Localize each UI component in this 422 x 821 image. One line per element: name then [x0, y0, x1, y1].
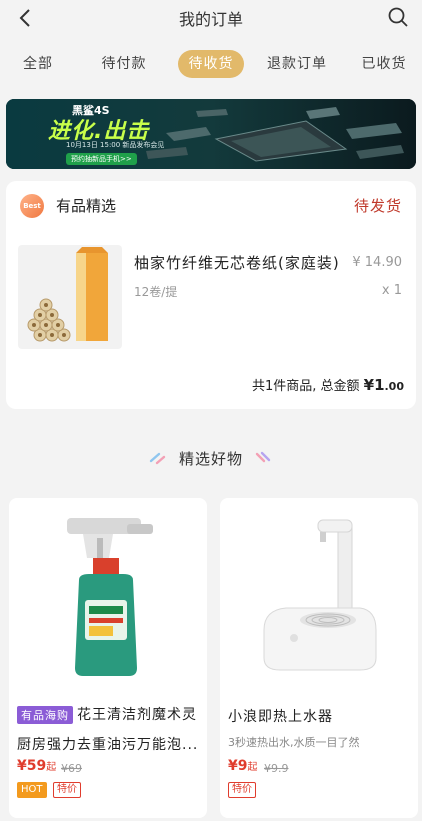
goods-original-price: ¥9.9 — [264, 762, 289, 775]
order-total-decimal: .00 — [384, 380, 405, 393]
top-bar: 我的订单 — [0, 0, 422, 36]
decor-right-icon — [255, 451, 271, 463]
toilet-paper-image — [27, 247, 108, 342]
overseas-tag: 有品海购 — [17, 706, 73, 724]
tab-refund-orders[interactable]: 退款订单 — [264, 50, 330, 78]
order-total-symbol: ¥ — [363, 376, 375, 394]
order-total: 共1件商品, 总金额 ¥1.00 — [252, 375, 404, 394]
order-card[interactable]: Best 有品精选 待发货 柚家竹纤维无芯卷纸(家庭装) ¥ 14.90 12卷… — [6, 181, 416, 409]
special-price-badge: 特价 — [53, 782, 81, 798]
product-price: ¥ 14.90 — [352, 255, 402, 270]
shop-name[interactable]: 有品精选 — [56, 195, 116, 216]
goods-price-value: ¥59 — [17, 758, 47, 774]
order-tabs: 全部 待付款 待收货 退款订单 已收货 — [0, 50, 422, 82]
water-dispenser-image — [263, 519, 377, 671]
search-icon[interactable] — [386, 5, 410, 29]
goods-name-line1: 花王清洁剂魔术灵 — [77, 707, 197, 723]
spray-bottle-image — [67, 518, 153, 676]
hot-badge: HOT — [17, 782, 47, 798]
goods-price-suffix: 起 — [247, 762, 258, 773]
goods-card[interactable]: 小浪即热上水器 3秒速热出水,水质一目了然 ¥9起 ¥9.9 特价 — [220, 498, 418, 818]
order-total-int: 1 — [374, 376, 385, 394]
goods-subtitle: 3秒速热出水,水质一目了然 — [228, 736, 360, 749]
goods-price-value: ¥9 — [228, 758, 248, 774]
goods-title[interactable]: 有品海购 花王清洁剂魔术灵 — [17, 704, 203, 724]
product-name[interactable]: 柚家竹纤维无芯卷纸(家庭装) — [134, 252, 340, 273]
section-title: 精选好物 — [178, 450, 243, 468]
goods-card[interactable]: 有品海购 花王清洁剂魔术灵 厨房强力去重油污万能泡... ¥59起 ¥69 HOT… — [9, 498, 207, 818]
order-total-label: 共1件商品, 总金额 — [251, 379, 360, 394]
shop-badge: Best — [20, 194, 44, 218]
special-price-badge: 特价 — [228, 782, 256, 798]
tab-all[interactable]: 全部 — [14, 50, 62, 78]
product-quantity: x 1 — [381, 283, 402, 298]
tab-pending-receipt[interactable]: 待收货 — [178, 50, 244, 78]
goods-price-suffix: 起 — [46, 762, 57, 773]
page-title: 我的订单 — [178, 10, 243, 29]
goods-price: ¥59起 — [17, 758, 56, 774]
goods-original-price: ¥69 — [61, 762, 82, 775]
banner-cta-button[interactable]: 预约抽新品手机>> — [66, 153, 137, 165]
tab-received[interactable]: 已收货 — [356, 50, 412, 78]
banner-date: 10月13日 15:00 新品发布会见 — [66, 141, 165, 149]
goods-name-line2: 厨房强力去重油污万能泡... — [17, 737, 199, 753]
goods-name-line1[interactable]: 小浪即热上水器 — [228, 706, 414, 726]
promo-banner[interactable]: 黑鲨4S 进化.出击 10月13日 15:00 新品发布会见 预约抽新品手机>> — [6, 99, 416, 169]
goods-price: ¥9起 — [228, 758, 257, 774]
tab-pending-payment[interactable]: 待付款 — [96, 50, 152, 78]
order-status: 待发货 — [353, 197, 402, 215]
product-thumbnail[interactable] — [18, 245, 122, 349]
product-spec: 12卷/提 — [134, 285, 178, 299]
